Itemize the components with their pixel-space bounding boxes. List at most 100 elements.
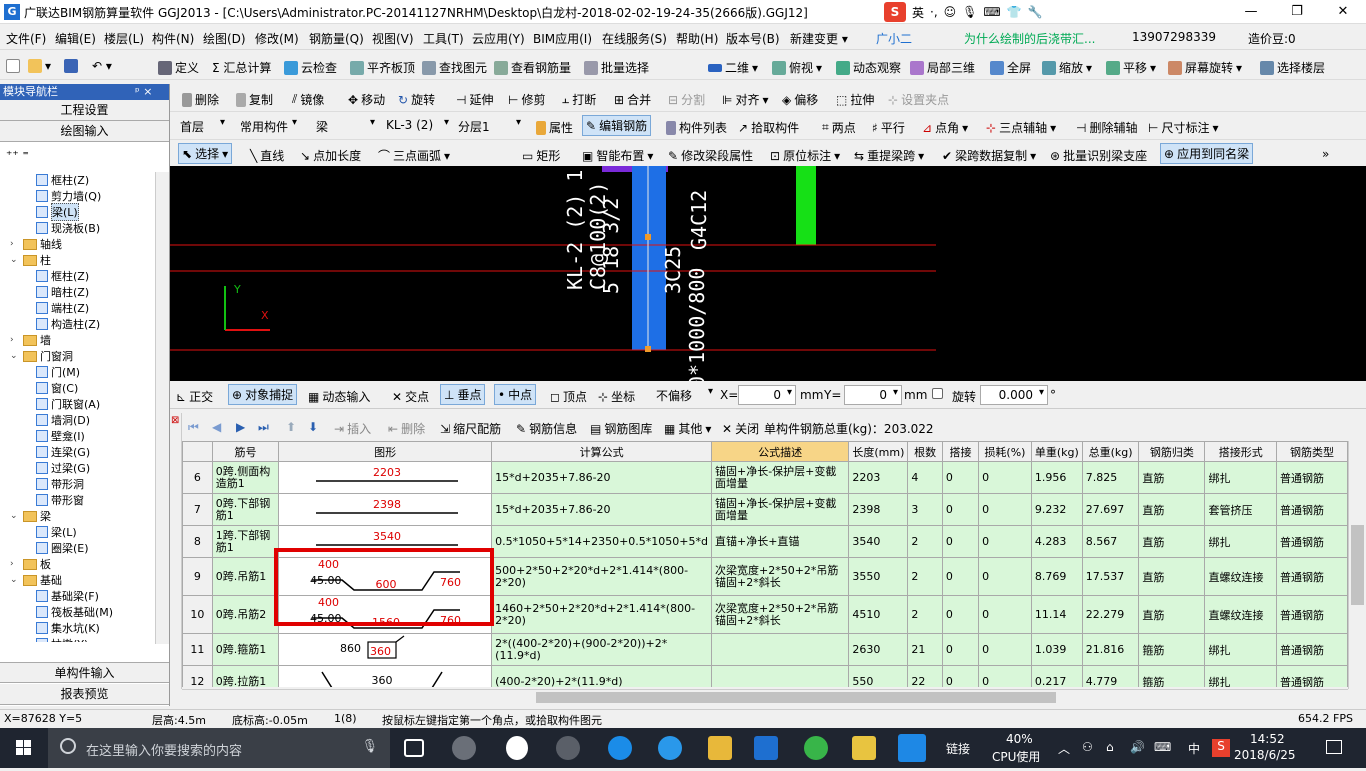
align-button[interactable]: ⊫ 对齐 ▾ [722, 91, 769, 108]
extend-button[interactable]: ⊣ 延伸 [456, 91, 493, 108]
close-panel-button[interactable]: ✕ 关闭 [722, 420, 759, 437]
length-cell[interactable]: 550 [848, 665, 909, 687]
formula-cell[interactable]: (400-2*20)+2*(11.9*d) [491, 665, 712, 687]
rebar-type-cell[interactable]: 普通钢筋 [1276, 633, 1348, 666]
formula-desc-cell[interactable]: 锚固+净长-保护层+变截面增量 [710, 493, 850, 526]
category-select[interactable]: 常用构件 [236, 116, 300, 136]
tree-item[interactable]: 构造柱(Z) [36, 316, 100, 332]
category-cell[interactable]: 直筋 [1138, 595, 1206, 634]
total-weight-cell[interactable]: 21.816 [1081, 633, 1140, 666]
bar-no-cell[interactable]: 0跨.侧面构造筋1 [211, 461, 280, 494]
grip-point[interactable] [645, 234, 651, 240]
menu-view[interactable]: 视图(V) [372, 30, 414, 47]
category-cell[interactable]: 直筋 [1138, 525, 1206, 558]
break-button[interactable]: ⫠ 打断 [562, 91, 596, 108]
tree-item[interactable]: 端柱(Z) [36, 300, 89, 316]
col-header-formula-desc[interactable]: 公式描述 [710, 441, 850, 462]
ime-mode-label[interactable]: 英 [912, 4, 924, 21]
summary-calc-button[interactable]: Σ 汇总计算 [212, 59, 271, 76]
type-select[interactable]: 梁 [312, 116, 378, 136]
formula-desc-cell[interactable]: 次梁宽度+2*50+2*吊筋锚固+2*斜长 [710, 557, 850, 596]
total-weight-cell[interactable]: 27.697 [1081, 493, 1140, 526]
floor-select[interactable]: 首层 [176, 116, 228, 136]
count-cell[interactable]: 22 [907, 665, 943, 687]
unit-weight-cell[interactable]: 9.232 [1030, 493, 1083, 526]
tree-item[interactable]: 剪力墙(Q) [36, 188, 101, 204]
menu-bim[interactable]: BIM应用(I) [533, 30, 592, 47]
offset-button[interactable]: ◈ 偏移 [782, 91, 818, 108]
length-cell[interactable]: 2630 [848, 633, 909, 666]
loss-cell[interactable]: 0 [978, 493, 1032, 526]
shape-cell[interactable]: 3540 [278, 525, 493, 558]
prev-record-icon[interactable]: ◀ [212, 420, 221, 434]
ortho-toggle[interactable]: ⊾ 正交 [176, 388, 213, 405]
formula-cell[interactable]: 0.5*1050+5*14+2350+0.5*1050+5*d [491, 525, 712, 558]
unit-weight-cell[interactable]: 8.769 [1030, 557, 1083, 596]
category-cell[interactable]: 直筋 [1138, 557, 1206, 596]
lap-cell[interactable]: 0 [941, 493, 980, 526]
dimension-button[interactable]: ⊢ 尺寸标注 ▾ [1148, 119, 1219, 136]
edge-icon[interactable] [608, 736, 632, 760]
pan-button[interactable]: 平移 ▾ [1106, 59, 1156, 76]
formula-desc-cell[interactable]: 锚固+净长-保护层+变截面增量 [710, 461, 850, 494]
menu-cloud[interactable]: 云应用(Y) [472, 30, 525, 47]
tab-report-preview[interactable]: 报表预览 [0, 684, 169, 705]
bar-no-cell[interactable]: 0跨.吊筋2 [211, 595, 280, 634]
tray-people-icon[interactable]: ⚇ [1082, 740, 1093, 754]
total-weight-cell[interactable]: 7.825 [1081, 461, 1140, 494]
lap-form-cell[interactable]: 绑扎 [1204, 461, 1278, 494]
move-up-icon[interactable]: ⬆ [286, 420, 296, 434]
tree-toggle-icon[interactable]: › [10, 559, 20, 569]
save-icon[interactable] [64, 59, 78, 73]
loss-cell[interactable]: 0 [978, 633, 1032, 666]
menu-rebar-qty[interactable]: 钢筋量(Q) [309, 30, 364, 47]
lap-cell[interactable]: 0 [941, 461, 980, 494]
menu-help[interactable]: 帮助(H) [676, 30, 718, 47]
formula-cell[interactable]: 15*d+2035+7.86-20 [491, 493, 712, 526]
phone-account[interactable]: 13907298339 [1132, 30, 1216, 44]
re-span-button[interactable]: ⇆ 重提梁跨 ▾ [854, 147, 924, 164]
tree-item[interactable]: 集水坑(K) [36, 620, 100, 636]
tray-sogou-icon[interactable]: S [1212, 739, 1230, 757]
grid-hscrollbar[interactable] [182, 689, 1348, 705]
shape-cell[interactable]: 400 45.00 1560 760 [278, 595, 493, 634]
notes-app-icon[interactable] [852, 736, 876, 760]
table-row[interactable]: 6 0跨.侧面构造筋1 2203 15*d+2035+7.86-20 锚固+净长-保护层… [182, 461, 1348, 494]
col-header-shape[interactable]: 图形 [278, 441, 493, 462]
total-weight-cell[interactable]: 8.567 [1081, 525, 1140, 558]
tree-item[interactable]: ⌄ 门窗洞 [10, 348, 73, 364]
other-menu-button[interactable]: ▦ 其他 ▾ [664, 420, 711, 437]
mic-icon[interactable]: 🎙 [962, 5, 977, 19]
unit-weight-cell[interactable]: 4.283 [1030, 525, 1083, 558]
assistant-button[interactable]: 广小二 [876, 30, 912, 47]
drawing-canvas[interactable]: KL-2 (2) 1 C8@100(2) 5 18 3/2 3C25 G4C12… [170, 166, 1366, 381]
formula-desc-cell[interactable]: 次梁宽度+2*50+2*吊筋锚固+2*斜长 [710, 595, 850, 634]
task-view-icon[interactable] [404, 739, 424, 757]
x-input[interactable]: 0 [738, 385, 796, 405]
batch-recognize-button[interactable]: ⊛ 批量识别梁支座 [1050, 147, 1147, 164]
point-angle-button[interactable]: ⊿ 点角 ▾ [922, 119, 968, 136]
microphone-icon[interactable]: 🎙 [361, 739, 378, 754]
top-view-button[interactable]: 俯视 ▾ [772, 59, 822, 76]
open-file-icon[interactable]: ▾ [28, 59, 51, 73]
tree-item[interactable]: 圈梁(E) [36, 540, 89, 556]
line-button[interactable]: ╲ 直线 [250, 147, 284, 164]
tree-item[interactable]: 基础梁(F) [36, 588, 99, 604]
col-header-lap[interactable]: 搭接 [941, 441, 980, 462]
rebar-type-cell[interactable]: 普通钢筋 [1276, 665, 1348, 687]
2d-button[interactable]: 二维 ▾ [708, 59, 758, 76]
col-header-length[interactable]: 长度(mm) [848, 441, 909, 462]
split-button[interactable]: ⊟ 分割 [668, 91, 705, 108]
glodon-app-icon[interactable] [754, 736, 778, 760]
total-weight-cell[interactable]: 22.279 [1081, 595, 1140, 634]
tree-toggle-icon[interactable]: ⌄ [10, 351, 20, 361]
table-row[interactable]: 11 0跨.箍筋1 860 360 2*((400-2*20)+(900-2*20))+… [182, 633, 1348, 666]
parallel-button[interactable]: ♯ 平行 [872, 119, 905, 136]
length-cell[interactable]: 3550 [848, 557, 909, 596]
loss-cell[interactable]: 0 [978, 595, 1032, 634]
two-point-button[interactable]: ⌗ 两点 [822, 119, 856, 136]
count-cell[interactable]: 3 [907, 493, 943, 526]
formula-cell[interactable]: 500+2*50+2*20*d+2*1.414*(800-2*20) [491, 557, 712, 596]
loss-cell[interactable]: 0 [978, 557, 1032, 596]
bar-no-cell[interactable]: 0跨.下部钢筋1 [211, 493, 280, 526]
